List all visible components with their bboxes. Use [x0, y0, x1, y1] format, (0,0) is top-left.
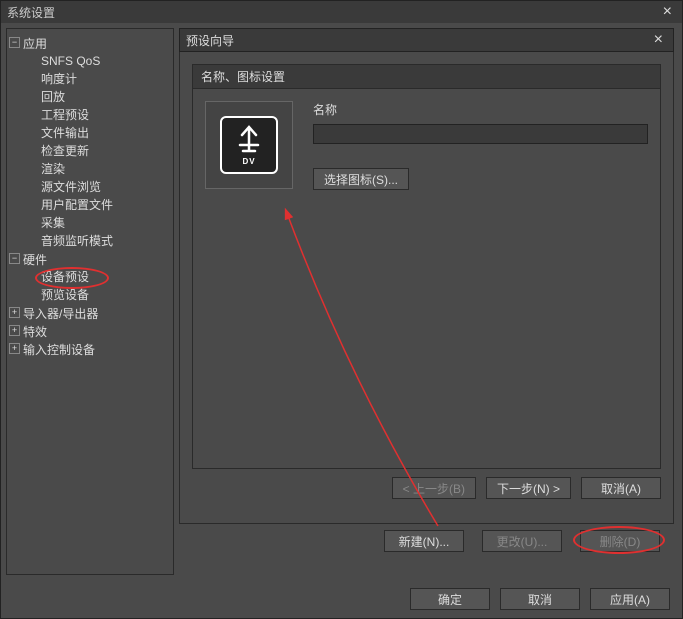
next-button[interactable]: 下一步(N) > — [486, 477, 571, 499]
apply-button[interactable]: 应用(A) — [590, 588, 670, 610]
collapse-icon[interactable]: − — [9, 37, 20, 48]
tree-item[interactable]: 采集 — [41, 214, 171, 232]
icon-dv-label: DV — [242, 157, 255, 166]
wizard-cancel-button[interactable]: 取消(A) — [581, 477, 661, 499]
outer-footer: 确定 取消 应用(A) — [410, 588, 670, 610]
change-button: 更改(U)... — [482, 530, 562, 552]
preset-icon-preview: DV — [205, 101, 293, 189]
tree-item-device-preset[interactable]: 设备预设 — [41, 268, 171, 286]
outer-body: − 应用 SNFS QoS 响度计 回放 工程预设 文件输出 检查更新 渲染 源… — [1, 23, 682, 580]
collapse-icon[interactable]: − — [9, 253, 20, 264]
wizard-title: 预设向导 — [186, 32, 650, 49]
wizard-nav: < 上一步(B) 下一步(N) > 取消(A) — [192, 469, 661, 511]
tree-item[interactable]: 音频监听模式 — [41, 232, 171, 250]
section-header: 名称、图标设置 — [192, 64, 661, 89]
tree-item[interactable]: 回放 — [41, 88, 171, 106]
tree-item[interactable]: 工程预设 — [41, 106, 171, 124]
tree-item[interactable]: 源文件浏览 — [41, 178, 171, 196]
device-preset-buttons: 新建(N)... 更改(U)... 删除(D) — [179, 524, 674, 552]
expand-icon[interactable]: + — [9, 325, 20, 336]
close-icon[interactable]: × — [650, 31, 667, 49]
tree-label: 输入控制设备 — [23, 343, 95, 357]
form-column: 名称 选择图标(S)... — [313, 101, 648, 456]
tree-item[interactable]: 渲染 — [41, 160, 171, 178]
tree-label: 硬件 — [23, 253, 47, 267]
tree-item[interactable]: 响度计 — [41, 70, 171, 88]
tree-panel: − 应用 SNFS QoS 响度计 回放 工程预设 文件输出 检查更新 渲染 源… — [6, 28, 174, 575]
cancel-button[interactable]: 取消 — [500, 588, 580, 610]
content-area: 预设向导 × 名称、图标设置 DV 名称 — [179, 23, 682, 580]
tree-label: 导入器/导出器 — [23, 307, 98, 321]
tree-node-app[interactable]: − 应用 SNFS QoS 响度计 回放 工程预设 文件输出 检查更新 渲染 源… — [9, 35, 171, 251]
tree-item[interactable]: 文件输出 — [41, 124, 171, 142]
section-content: DV 名称 选择图标(S)... — [192, 89, 661, 469]
tree-node-hardware[interactable]: − 硬件 设备预设 预览设备 — [9, 251, 171, 305]
settings-tree: − 应用 SNFS QoS 响度计 回放 工程预设 文件输出 检查更新 渲染 源… — [9, 35, 171, 359]
name-input[interactable] — [313, 124, 648, 144]
outer-title: 系统设置 — [7, 4, 659, 21]
dv-icon: DV — [220, 116, 278, 174]
ok-button[interactable]: 确定 — [410, 588, 490, 610]
wizard-titlebar: 预设向导 × — [179, 28, 674, 52]
tree-item[interactable]: SNFS QoS — [41, 52, 171, 70]
system-settings-dialog: 系统设置 × − 应用 SNFS QoS 响度计 回放 工程预设 文件输出 检查… — [0, 0, 683, 619]
tree-item[interactable]: 检查更新 — [41, 142, 171, 160]
tree-label: 特效 — [23, 325, 47, 339]
delete-button: 删除(D) — [580, 530, 660, 552]
select-icon-button[interactable]: 选择图标(S)... — [313, 168, 409, 190]
tree-node-importer[interactable]: + 导入器/导出器 — [9, 305, 171, 323]
expand-icon[interactable]: + — [9, 307, 20, 318]
name-label: 名称 — [313, 101, 648, 118]
wizard-body: 名称、图标设置 DV 名称 选择图标(S)... — [179, 52, 674, 524]
tree-label: 应用 — [23, 37, 47, 51]
tree-node-fx[interactable]: + 特效 — [9, 323, 171, 341]
expand-icon[interactable]: + — [9, 343, 20, 354]
tree-item[interactable]: 预览设备 — [41, 286, 171, 304]
preset-wizard-dialog: 预设向导 × 名称、图标设置 DV 名称 — [179, 28, 674, 524]
close-icon[interactable]: × — [659, 3, 676, 21]
prev-button: < 上一步(B) — [392, 477, 476, 499]
new-button[interactable]: 新建(N)... — [384, 530, 464, 552]
tree-node-input[interactable]: + 输入控制设备 — [9, 341, 171, 359]
tree-item[interactable]: 用户配置文件 — [41, 196, 171, 214]
outer-titlebar: 系统设置 × — [1, 1, 682, 23]
